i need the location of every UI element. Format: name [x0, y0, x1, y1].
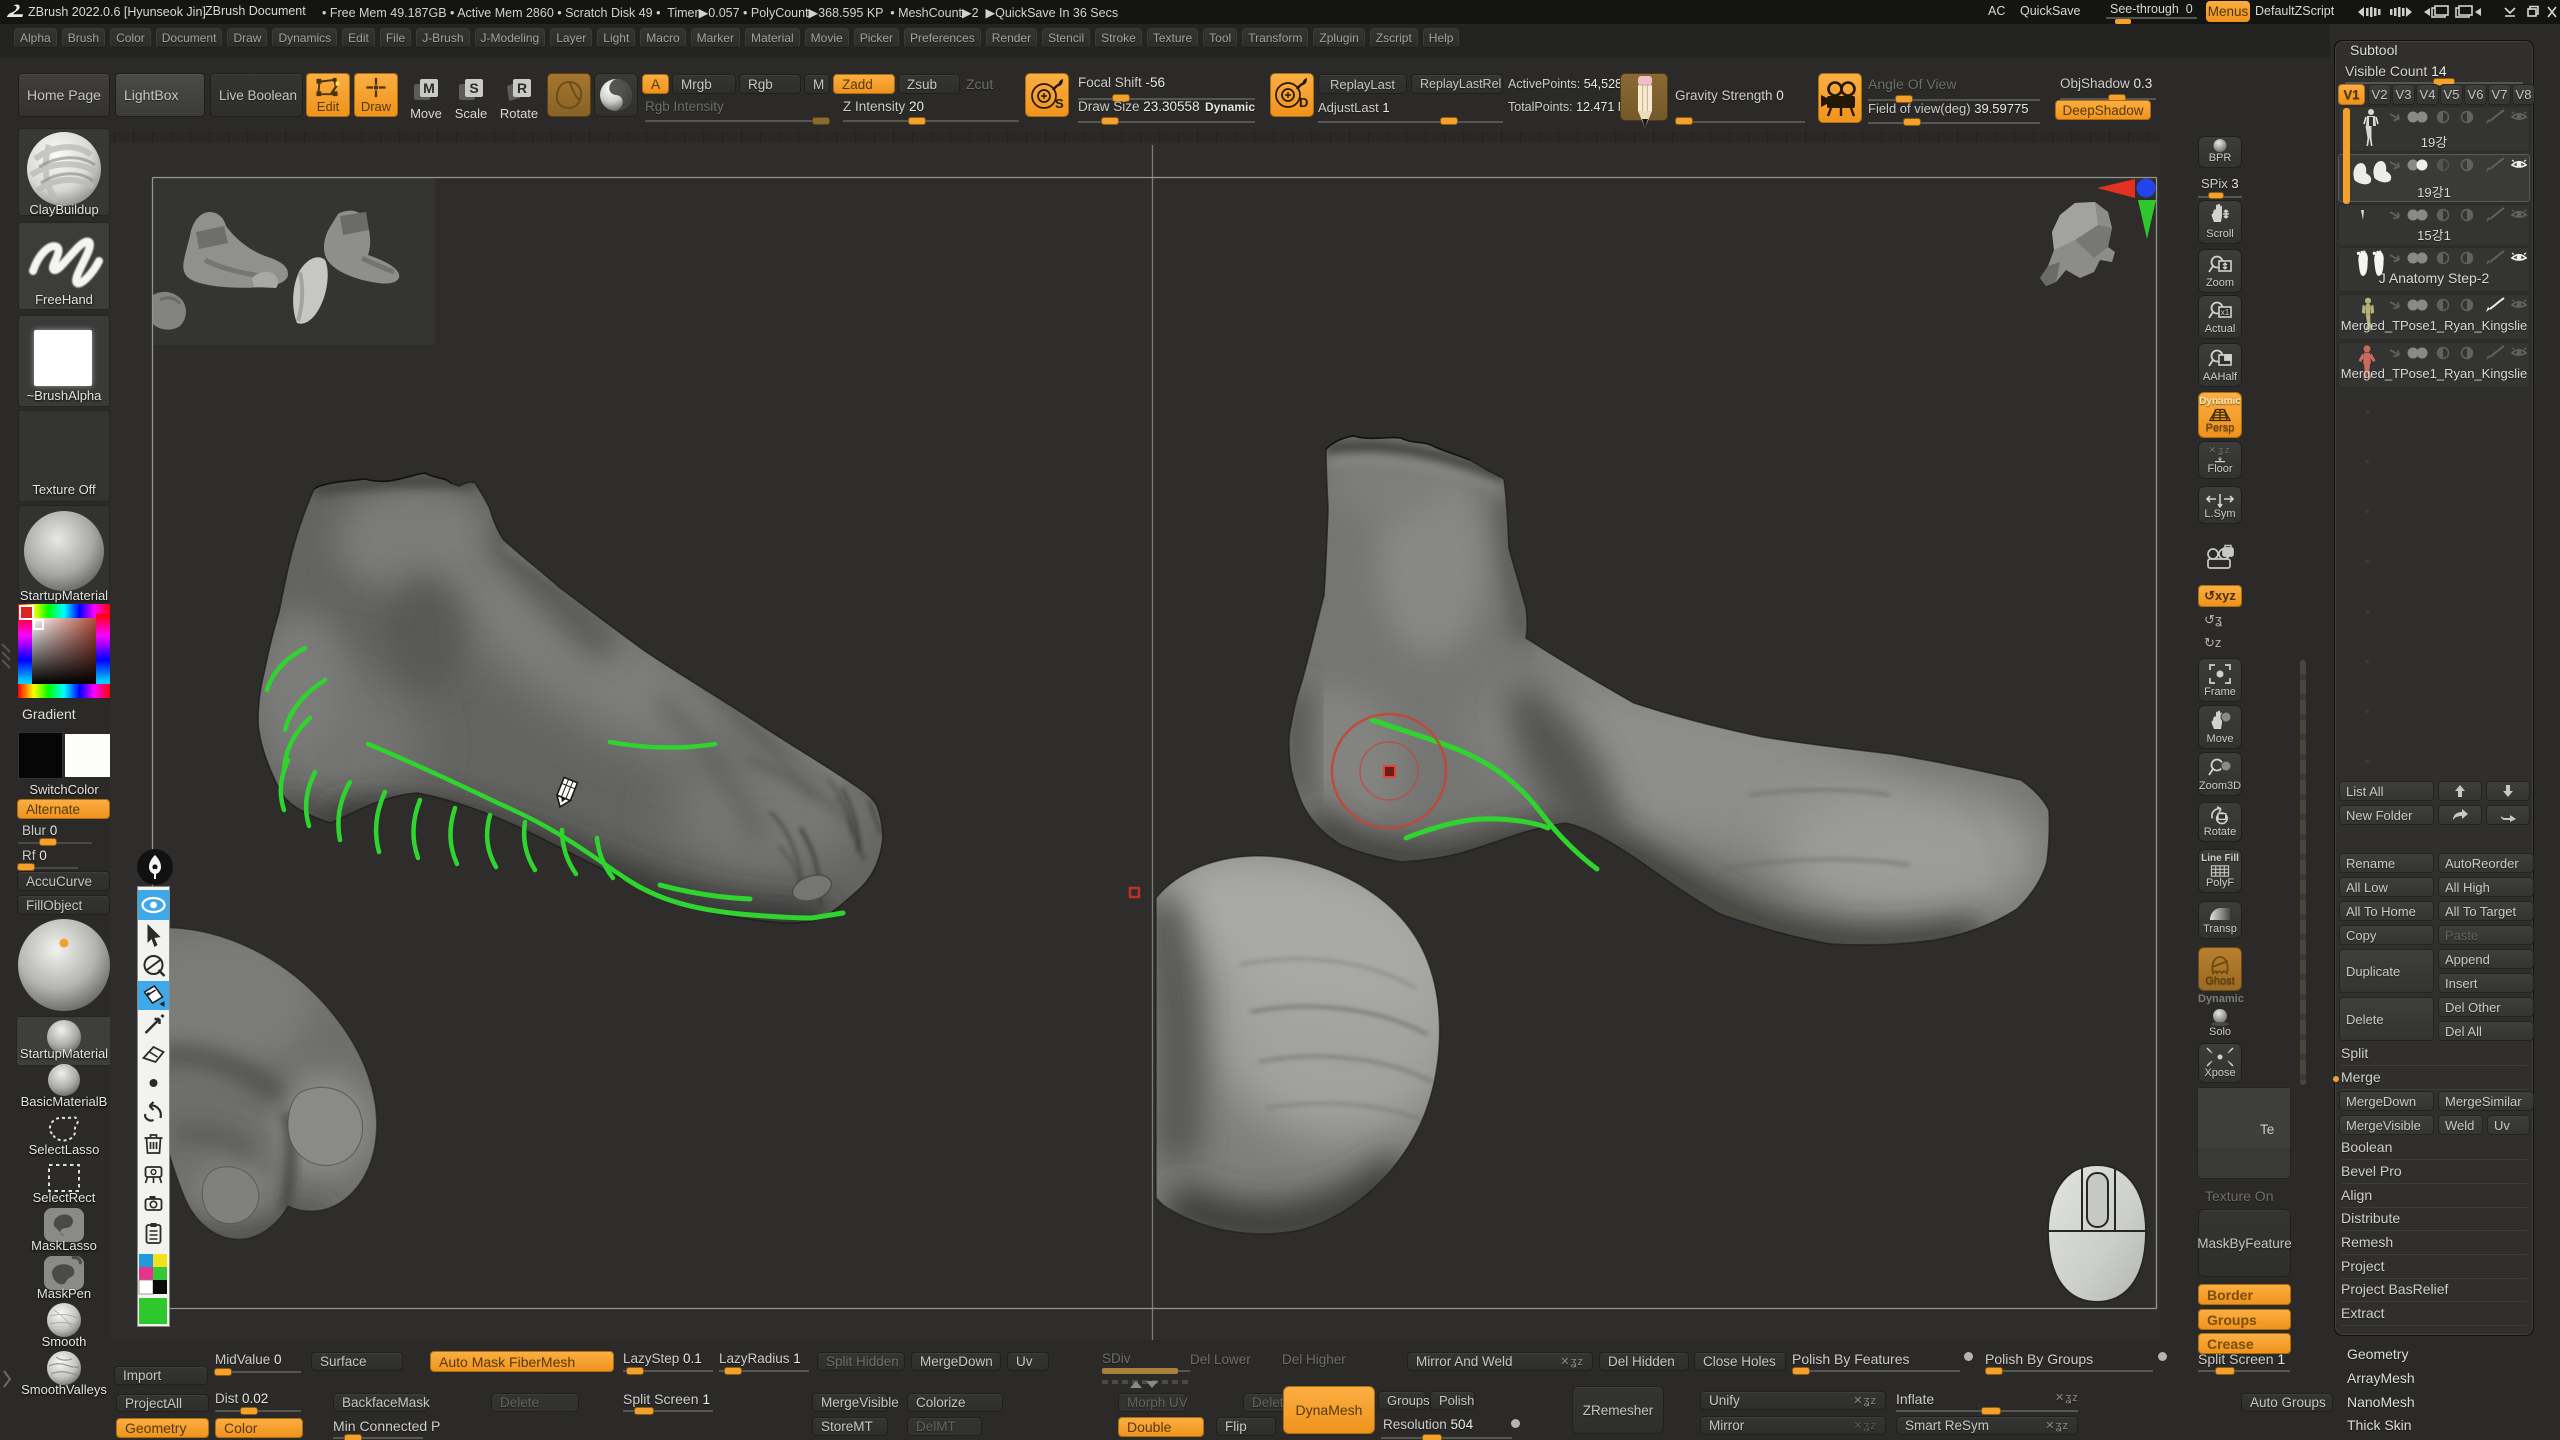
svg-text:S: S [469, 80, 478, 96]
svg-text:x1: x1 [2221, 308, 2230, 317]
svg-text:M: M [423, 80, 435, 96]
svg-text:R: R [517, 80, 527, 96]
svg-text:D: D [1299, 95, 1308, 110]
svg-text:S: S [1055, 96, 1064, 111]
